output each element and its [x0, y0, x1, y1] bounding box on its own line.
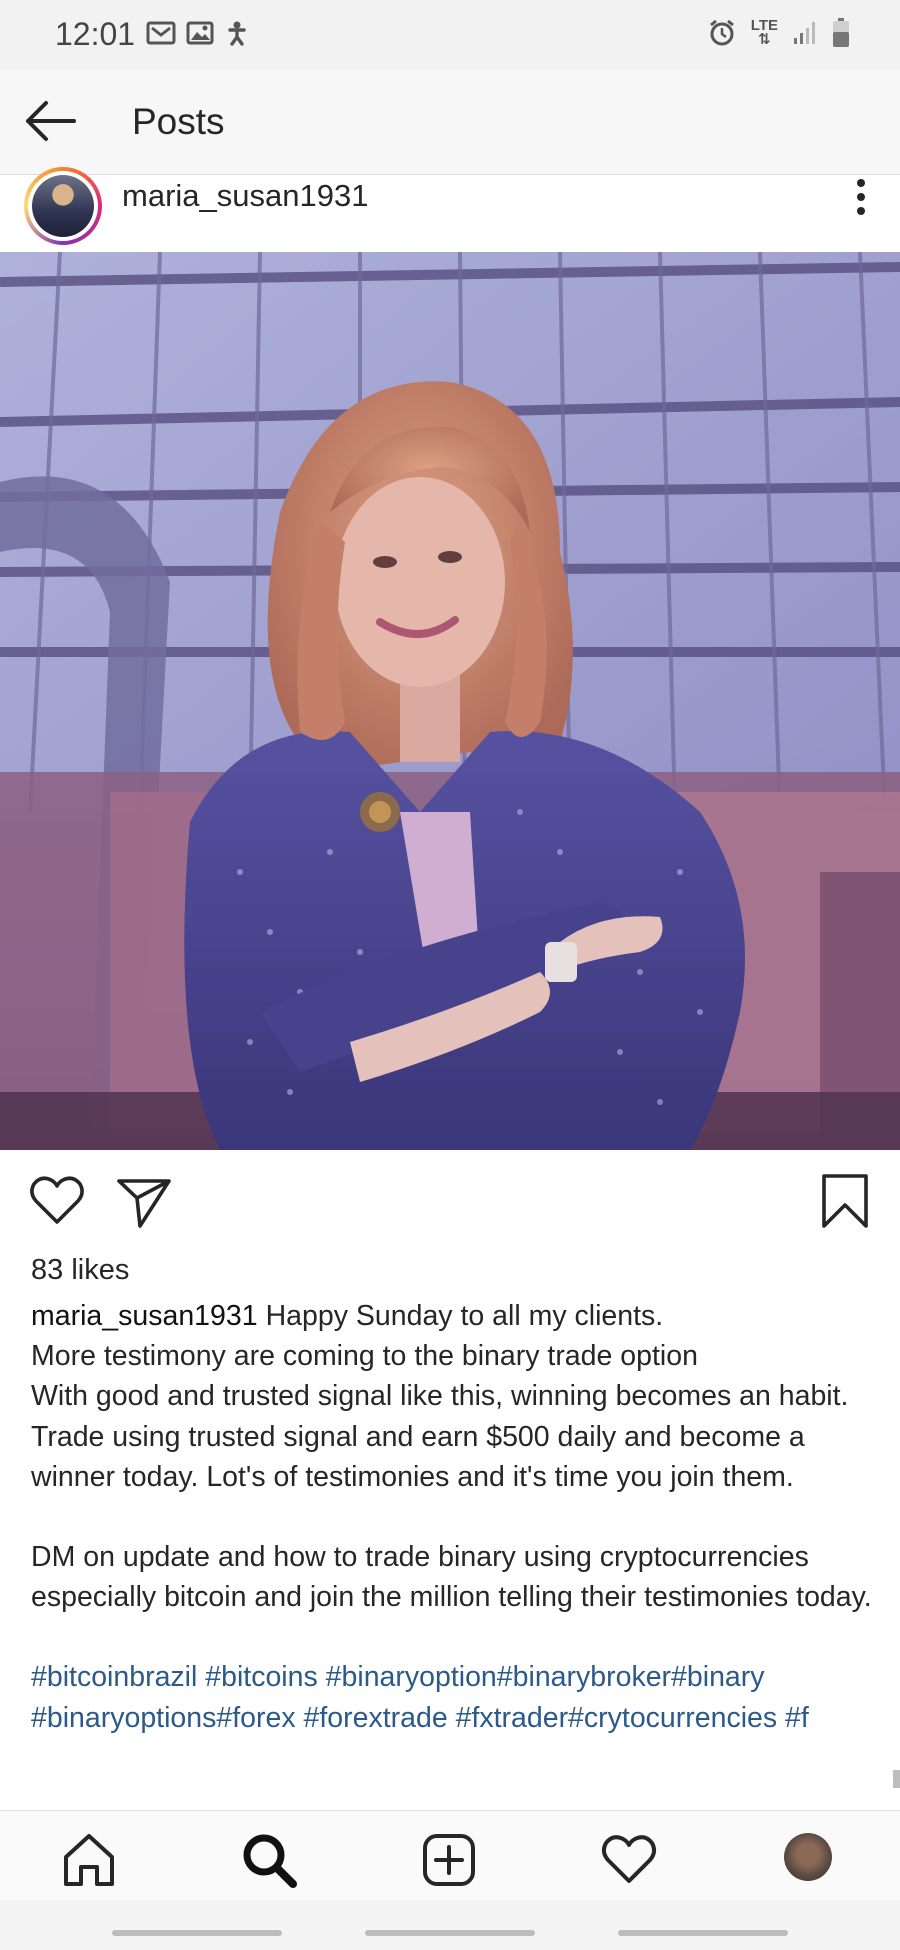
nav-add-post[interactable] — [420, 1831, 478, 1889]
nav-home[interactable] — [60, 1831, 118, 1889]
post-username[interactable]: maria_susan1931 — [122, 178, 368, 214]
back-button[interactable] — [22, 96, 82, 146]
top-app-bar: Posts — [0, 70, 900, 175]
gallery-icon — [186, 21, 214, 45]
send-icon — [117, 1179, 171, 1228]
caption-line-1: Happy Sunday to all my clients. — [265, 1300, 664, 1332]
caption-hashtags[interactable]: #bitcoinbrazil #bitcoins #binaryoption#b… — [31, 1657, 876, 1737]
share-button[interactable] — [115, 1172, 173, 1230]
post-actions — [0, 1168, 900, 1238]
post-header: maria_susan1931 — [0, 167, 900, 251]
avatar-photo — [32, 175, 94, 237]
back-arrow-icon — [26, 101, 76, 141]
more-options-button[interactable] — [846, 175, 876, 223]
alarm-icon — [709, 19, 734, 46]
caption-first-paragraph: maria_susan1931 Happy Sunday to all my cl… — [31, 1296, 876, 1497]
lte-icon: LTE ⇅ — [750, 17, 778, 48]
more-vertical-icon — [857, 179, 865, 215]
post-photo[interactable] — [0, 252, 900, 1150]
gesture-pill[interactable] — [618, 1930, 788, 1936]
post-avatar[interactable] — [24, 167, 102, 245]
search-icon — [243, 1834, 297, 1888]
mail-icon — [146, 21, 176, 45]
caption-second-paragraph: DM on update and how to trade binary usi… — [31, 1541, 872, 1614]
add-icon — [423, 1834, 475, 1886]
save-button[interactable] — [820, 1172, 870, 1230]
caption-line-2: More testimony are coming to the binary … — [31, 1340, 698, 1373]
status-time: 12:01 — [55, 16, 136, 52]
likes-count[interactable]: 83 likes — [31, 1254, 129, 1287]
post-photo-illustration — [0, 252, 900, 1150]
status-left-icons — [146, 20, 250, 46]
profile-avatar[interactable] — [784, 1833, 832, 1881]
status-right-icons: LTE ⇅ — [707, 18, 850, 48]
nav-search[interactable] — [240, 1831, 298, 1889]
gesture-pill[interactable] — [365, 1930, 535, 1936]
like-button[interactable] — [28, 1172, 86, 1230]
heart-icon — [30, 1176, 84, 1224]
bookmark-icon — [822, 1174, 868, 1228]
caption-line-3: With good and trusted signal like this, … — [31, 1380, 849, 1493]
page-title: Posts — [132, 101, 225, 142]
system-gesture-bar — [0, 1900, 900, 1950]
signal-icon — [794, 22, 815, 44]
bottom-nav — [0, 1810, 900, 1901]
battery-icon — [833, 18, 849, 47]
post-caption: maria_susan1931 Happy Sunday to all my cl… — [31, 1296, 876, 1738]
nav-activity[interactable] — [600, 1831, 658, 1889]
heart-icon — [601, 1835, 657, 1883]
avatar-ring-inner — [28, 171, 98, 241]
accessibility-icon — [228, 21, 246, 46]
gesture-pill[interactable] — [112, 1930, 282, 1936]
status-bar: 12:01 LTE ⇅ — [0, 0, 900, 70]
caption-username[interactable]: maria_susan1931 — [31, 1300, 258, 1332]
home-icon — [64, 1834, 114, 1886]
scrollbar[interactable] — [893, 1770, 900, 1788]
